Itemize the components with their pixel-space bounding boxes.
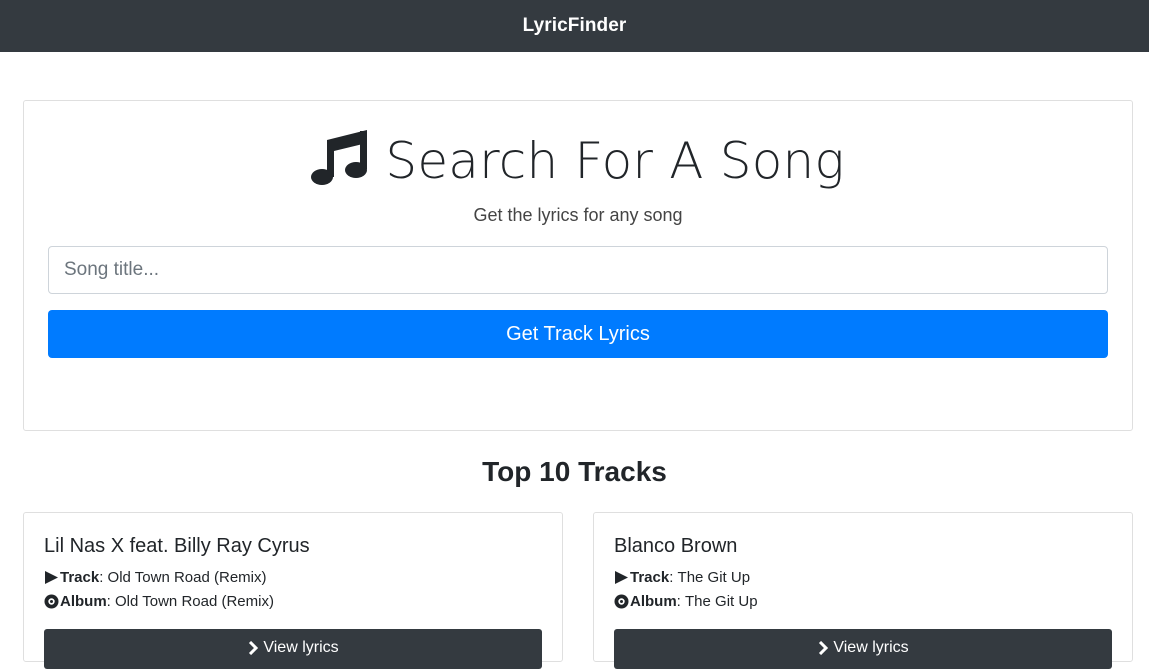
artist-name: Lil Nas X feat. Billy Ray Cyrus [44,535,310,557]
page-title: Search For A Song [385,131,845,190]
album-row: Album: The Git Up [614,593,758,610]
compact-disc-icon [44,594,59,609]
top-tracks-heading: Top 10 Tracks [482,456,667,487]
chevron-right-icon [247,641,259,655]
track-row: Track: The Git Up [614,569,750,586]
album-row: Album: Old Town Road (Remix) [44,593,274,610]
artist-name: Blanco Brown [614,535,738,557]
chevron-right-icon [817,641,829,655]
album-label: Album [60,593,107,610]
view-lyrics-label: View lyrics [833,639,909,656]
play-icon [614,570,629,585]
page-subtitle: Get the lyrics for any song [473,205,683,225]
search-card: Search For A Song Get the lyrics for any… [23,100,1133,431]
track-card: Blanco Brown Track: The Git Up Album: Th… [593,512,1133,669]
track-card: Lil Nas X feat. Billy Ray Cyrus Track: O… [23,512,563,669]
track-name: Old Town Road (Remix) [107,569,267,586]
brand-logo[interactable]: LyricFinder [523,15,627,37]
get-track-lyrics-button[interactable]: Get Track Lyrics [48,310,1108,358]
view-lyrics-label: View lyrics [263,639,339,656]
view-lyrics-button[interactable]: View lyrics [614,629,1112,669]
music-icon [311,129,369,192]
album-name: The Git Up [685,593,758,610]
view-lyrics-button[interactable]: View lyrics [44,629,542,669]
track-name: The Git Up [677,569,751,586]
album-label: Album [630,593,677,610]
compact-disc-icon [614,594,629,609]
navbar: LyricFinder [0,0,1149,52]
track-label: Track [630,569,670,586]
play-icon [44,570,59,585]
track-row: Track: Old Town Road (Remix) [44,569,267,586]
song-title-input[interactable] [48,246,1108,294]
album-name: Old Town Road (Remix) [115,593,274,610]
search-heading: Search For A Song [24,129,1132,192]
track-label: Track [60,569,100,586]
